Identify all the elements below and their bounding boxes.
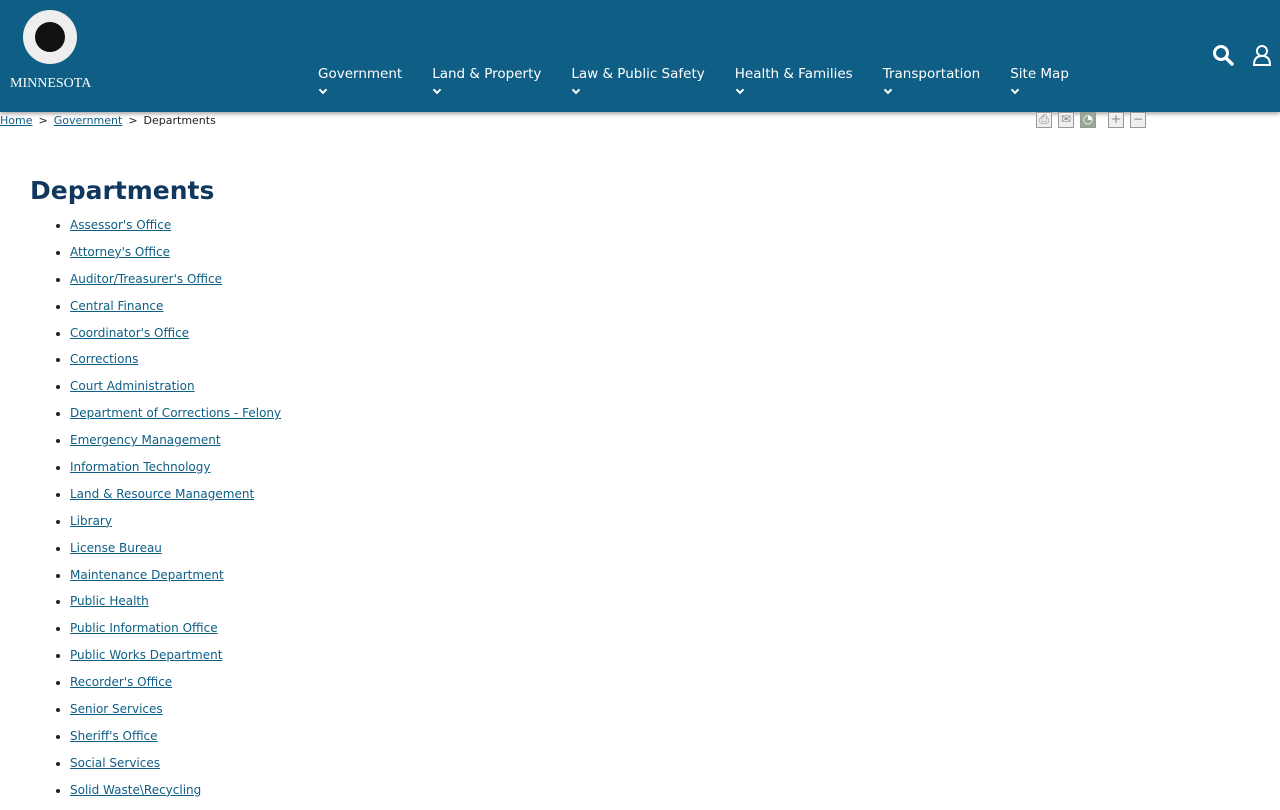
print-icon[interactable]: ⎙ xyxy=(1036,112,1052,128)
page-tools: ⎙ ✉ ◔ + − xyxy=(1036,112,1146,128)
nav-label: Site Map xyxy=(1010,66,1069,82)
list-item: Assessor's Office xyxy=(70,218,281,245)
department-link[interactable]: Assessor's Office xyxy=(70,218,171,232)
list-item: Coordinator's Office xyxy=(70,326,281,353)
nav-label: Health & Families xyxy=(734,66,853,82)
list-item: Senior Services xyxy=(70,702,281,729)
main-nav: Government Land & Property Law & Public … xyxy=(303,66,1084,95)
list-item: Department of Corrections - Felony xyxy=(70,406,281,433)
department-link[interactable]: Central Finance xyxy=(70,299,163,313)
department-link[interactable]: Coordinator's Office xyxy=(70,326,189,340)
list-item: Social Services xyxy=(70,756,281,783)
list-item: Central Finance xyxy=(70,299,281,326)
nav-label: Government xyxy=(318,66,403,82)
logo-text: MINNESOTA xyxy=(10,76,92,91)
department-link[interactable]: Maintenance Department xyxy=(70,568,224,582)
nav-label: Land & Property xyxy=(432,66,542,82)
list-item: Recorder's Office xyxy=(70,675,281,702)
chevron-down-icon xyxy=(432,85,442,95)
user-icon[interactable] xyxy=(1252,44,1272,66)
list-item: License Bureau xyxy=(70,541,281,568)
department-list: Assessor's Office Attorney's Office Audito… xyxy=(70,218,281,810)
list-item: Corrections xyxy=(70,352,281,379)
search-icon[interactable] xyxy=(1212,44,1234,66)
department-link[interactable]: Information Technology xyxy=(70,460,211,474)
rss-icon[interactable]: ◔ xyxy=(1080,112,1096,128)
nav-law-public-safety[interactable]: Law & Public Safety xyxy=(556,66,719,95)
breadcrumb-government[interactable]: Government xyxy=(54,114,123,127)
nav-health-families[interactable]: Health & Families xyxy=(720,66,868,95)
department-link[interactable]: Corrections xyxy=(70,352,138,366)
list-item: Attorney's Office xyxy=(70,245,281,272)
list-item: Court Administration xyxy=(70,379,281,406)
department-link[interactable]: Land & Resource Management xyxy=(70,487,254,501)
nav-land-property[interactable]: Land & Property xyxy=(417,66,556,95)
list-item: Information Technology xyxy=(70,460,281,487)
list-item: Public Information Office xyxy=(70,621,281,648)
department-link[interactable]: Senior Services xyxy=(70,702,163,716)
list-item: Auditor/Treasurer's Office xyxy=(70,272,281,299)
department-link[interactable]: Solid Waste\Recycling xyxy=(70,783,201,797)
county-logo[interactable]: MINNESOTA xyxy=(10,10,92,92)
department-link[interactable]: Public Information Office xyxy=(70,621,218,635)
chevron-down-icon xyxy=(883,85,892,95)
department-link[interactable]: Court Administration xyxy=(70,379,195,393)
list-item: Maintenance Department xyxy=(70,568,281,595)
breadcrumb-current: Departments xyxy=(143,114,216,127)
zoom-in-icon[interactable]: + xyxy=(1108,112,1124,128)
page-title: Departments xyxy=(30,176,215,205)
email-icon[interactable]: ✉ xyxy=(1058,112,1074,128)
department-link[interactable]: Emergency Management xyxy=(70,433,221,447)
breadcrumb-separator: > xyxy=(38,114,48,127)
department-link[interactable]: Department of Corrections - Felony xyxy=(70,406,281,420)
nav-site-map[interactable]: Site Map xyxy=(995,66,1084,95)
nav-label: Transportation xyxy=(882,66,981,82)
chevron-down-icon xyxy=(572,85,581,95)
list-item: Library xyxy=(70,514,281,541)
list-item: Emergency Management xyxy=(70,433,281,460)
chevron-down-icon xyxy=(1010,85,1020,95)
nav-government[interactable]: Government xyxy=(303,66,417,95)
department-link[interactable]: License Bureau xyxy=(70,541,162,555)
county-seal xyxy=(23,10,77,64)
breadcrumb: Home > Government > Departments xyxy=(0,114,216,127)
department-link[interactable]: Public Works Department xyxy=(70,648,222,662)
department-link[interactable]: Recorder's Office xyxy=(70,675,172,689)
list-item: Sheriff's Office xyxy=(70,729,281,756)
list-item: Public Works Department xyxy=(70,648,281,675)
department-link[interactable]: Attorney's Office xyxy=(70,245,170,259)
list-item: Land & Resource Management xyxy=(70,487,281,514)
zoom-out-icon[interactable]: − xyxy=(1130,112,1146,128)
site-header: MINNESOTA Government Land & Property Law… xyxy=(0,0,1280,112)
chevron-down-icon xyxy=(735,85,744,95)
list-item: Public Health xyxy=(70,594,281,621)
department-link[interactable]: Public Health xyxy=(70,594,149,608)
nav-label: Law & Public Safety xyxy=(571,66,705,82)
department-link[interactable]: Social Services xyxy=(70,756,160,770)
nav-transportation[interactable]: Transportation xyxy=(868,66,995,95)
list-item: Solid Waste\Recycling xyxy=(70,783,281,810)
breadcrumb-separator: > xyxy=(128,114,138,127)
breadcrumb-home[interactable]: Home xyxy=(0,114,32,127)
department-link[interactable]: Sheriff's Office xyxy=(70,729,158,743)
department-link[interactable]: Auditor/Treasurer's Office xyxy=(70,272,222,286)
chevron-down-icon xyxy=(318,85,328,95)
department-link[interactable]: Library xyxy=(70,514,112,528)
